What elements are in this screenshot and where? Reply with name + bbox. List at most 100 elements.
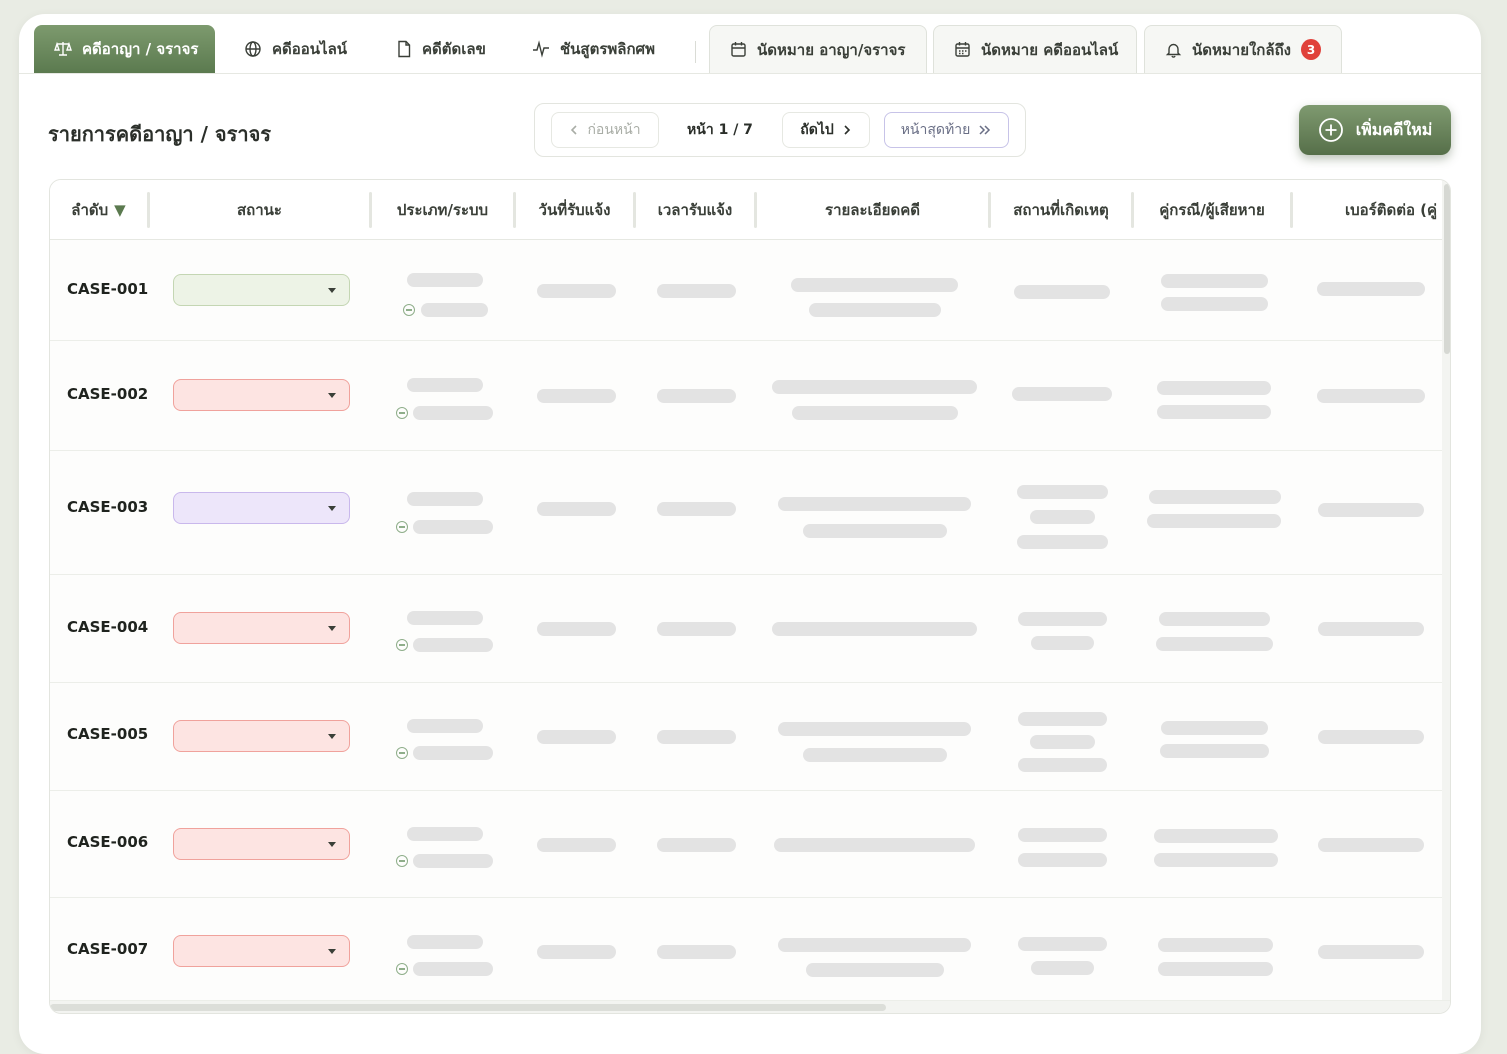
loading-placeholder (1159, 612, 1270, 626)
tab-online-cases[interactable]: คดีออนไลน์ (244, 25, 347, 73)
horizontal-scroll-thumb[interactable] (50, 1004, 886, 1011)
loading-placeholder (1317, 282, 1425, 296)
tab-autopsy[interactable]: ชันสูตรพลิกศพ (532, 25, 655, 73)
horizontal-scrollbar[interactable] (50, 1000, 1450, 1013)
vertical-scrollbar[interactable] (1442, 180, 1450, 1000)
column-header-contact[interactable]: เบอร์ติดต่อ (คู่ (1293, 180, 1442, 240)
tab-upcoming-appointments[interactable]: นัดหมายใกล้ถึง 3 (1144, 25, 1342, 73)
loading-placeholder (407, 378, 483, 392)
loading-placeholder (1018, 853, 1107, 867)
column-header-report-date[interactable]: วันที่รับแจ้ง (516, 180, 633, 240)
loading-placeholder (774, 838, 975, 852)
tab-cut-number-cases[interactable]: คดีตัดเลข (396, 25, 486, 73)
caret-down-icon (328, 842, 336, 847)
column-label: วันที่รับแจ้ง (538, 201, 611, 219)
status-dropdown[interactable] (173, 274, 350, 306)
tab-appointments-criminal[interactable]: นัดหมาย อาญา/จราจร (709, 25, 927, 73)
loading-placeholder (772, 380, 977, 394)
column-label: รายละเอียดคดี (825, 201, 920, 219)
prev-page-button[interactable]: ก่อนหน้า (551, 112, 659, 148)
cases-table: ลำดับ ▼ สถานะ ประเภท/ระบบ วันที่รับแจ้ง … (49, 179, 1451, 1014)
loading-placeholder (421, 303, 488, 317)
page-indicator: หน้า 1 / 7 (687, 122, 753, 138)
loading-placeholder (1030, 510, 1095, 524)
loading-placeholder (1318, 622, 1424, 636)
status-dropdown[interactable] (173, 828, 350, 860)
loading-placeholder (1161, 274, 1268, 288)
table-row[interactable]: CASE-001 (50, 240, 1442, 341)
status-dropdown[interactable] (173, 492, 350, 524)
loading-placeholder (413, 854, 493, 868)
tab-divider (695, 41, 696, 63)
loading-placeholder (791, 278, 958, 292)
column-label: สถานที่เกิดเหตุ (1013, 201, 1109, 219)
case-id: CASE-001 (67, 280, 149, 298)
status-dropdown[interactable] (173, 612, 350, 644)
loading-placeholder (1018, 712, 1107, 726)
loading-placeholder (778, 497, 971, 511)
column-header-parties[interactable]: คู่กรณี/ผู้เสียหาย (1134, 180, 1290, 240)
status-dropdown[interactable] (173, 935, 350, 967)
table-row[interactable]: CASE-002 (50, 341, 1442, 451)
vertical-scroll-thumb[interactable] (1444, 184, 1450, 354)
loading-placeholder (413, 638, 493, 652)
loading-placeholder (1018, 758, 1107, 772)
caret-down-icon (328, 288, 336, 293)
column-header-order[interactable]: ลำดับ ▼ (50, 180, 147, 240)
caret-down-icon (328, 506, 336, 511)
column-label: เบอร์ติดต่อ (คู่ (1345, 201, 1438, 219)
column-header-type[interactable]: ประเภท/ระบบ (372, 180, 513, 240)
loading-placeholder (1149, 490, 1281, 504)
loading-placeholder (803, 524, 947, 538)
caret-down-icon (328, 626, 336, 631)
table-row[interactable]: CASE-005 (50, 683, 1442, 791)
loading-placeholder (413, 520, 493, 534)
column-header-report-time[interactable]: เวลารับแจ้ง (636, 180, 754, 240)
next-page-button[interactable]: ถัดไป (782, 112, 870, 148)
minus-circle-icon (396, 855, 408, 867)
column-header-case-details[interactable]: รายละเอียดคดี (757, 180, 988, 240)
loading-placeholder (657, 945, 736, 959)
loading-placeholder (1160, 744, 1269, 758)
globe-icon (245, 41, 261, 57)
tab-criminal-traffic[interactable]: คดีอาญา / จราจร (34, 25, 215, 73)
column-header-status[interactable]: สถานะ (150, 180, 369, 240)
column-label: คู่กรณี/ผู้เสียหาย (1159, 201, 1265, 219)
chevron-right-icon (844, 125, 850, 135)
caret-down-icon (328, 393, 336, 398)
loading-placeholder (1318, 945, 1424, 959)
tab-appointments-online[interactable]: นัดหมาย คดีออนไลน์ (933, 25, 1137, 73)
loading-placeholder (772, 622, 977, 636)
status-dropdown[interactable] (173, 720, 350, 752)
add-case-button[interactable]: เพิ่มคดีใหม่ (1299, 105, 1451, 155)
bell-icon (1165, 43, 1182, 58)
minus-circle-icon (396, 521, 408, 533)
column-header-location[interactable]: สถานที่เกิดเหตุ (991, 180, 1131, 240)
loading-placeholder (1147, 514, 1281, 528)
table-row[interactable]: CASE-004 (50, 575, 1442, 683)
case-id: CASE-004 (67, 618, 149, 636)
minus-circle-icon (396, 963, 408, 975)
loading-placeholder (413, 962, 493, 976)
loading-placeholder (537, 622, 616, 636)
last-page-button[interactable]: หน้าสุดท้าย (884, 112, 1009, 148)
loading-placeholder (407, 492, 483, 506)
table-row[interactable]: CASE-007 (50, 898, 1442, 1000)
tab-label: คดีออนไลน์ (272, 40, 348, 58)
loading-placeholder (1156, 637, 1273, 651)
loading-placeholder (407, 611, 483, 625)
loading-placeholder (1018, 937, 1107, 951)
loading-placeholder (1017, 535, 1108, 549)
status-dropdown[interactable] (173, 379, 350, 411)
loading-placeholder (657, 730, 736, 744)
table-row[interactable]: CASE-006 (50, 791, 1442, 898)
loading-placeholder (657, 389, 736, 403)
table-row[interactable]: CASE-003 (50, 451, 1442, 575)
tab-label: คดีตัดเลข (422, 40, 486, 58)
loading-placeholder (657, 284, 736, 298)
loading-placeholder (806, 963, 944, 977)
loading-placeholder (537, 838, 616, 852)
loading-placeholder (1318, 503, 1424, 517)
double-chevron-right-icon (979, 125, 991, 135)
notification-badge: 3 (1301, 39, 1321, 60)
